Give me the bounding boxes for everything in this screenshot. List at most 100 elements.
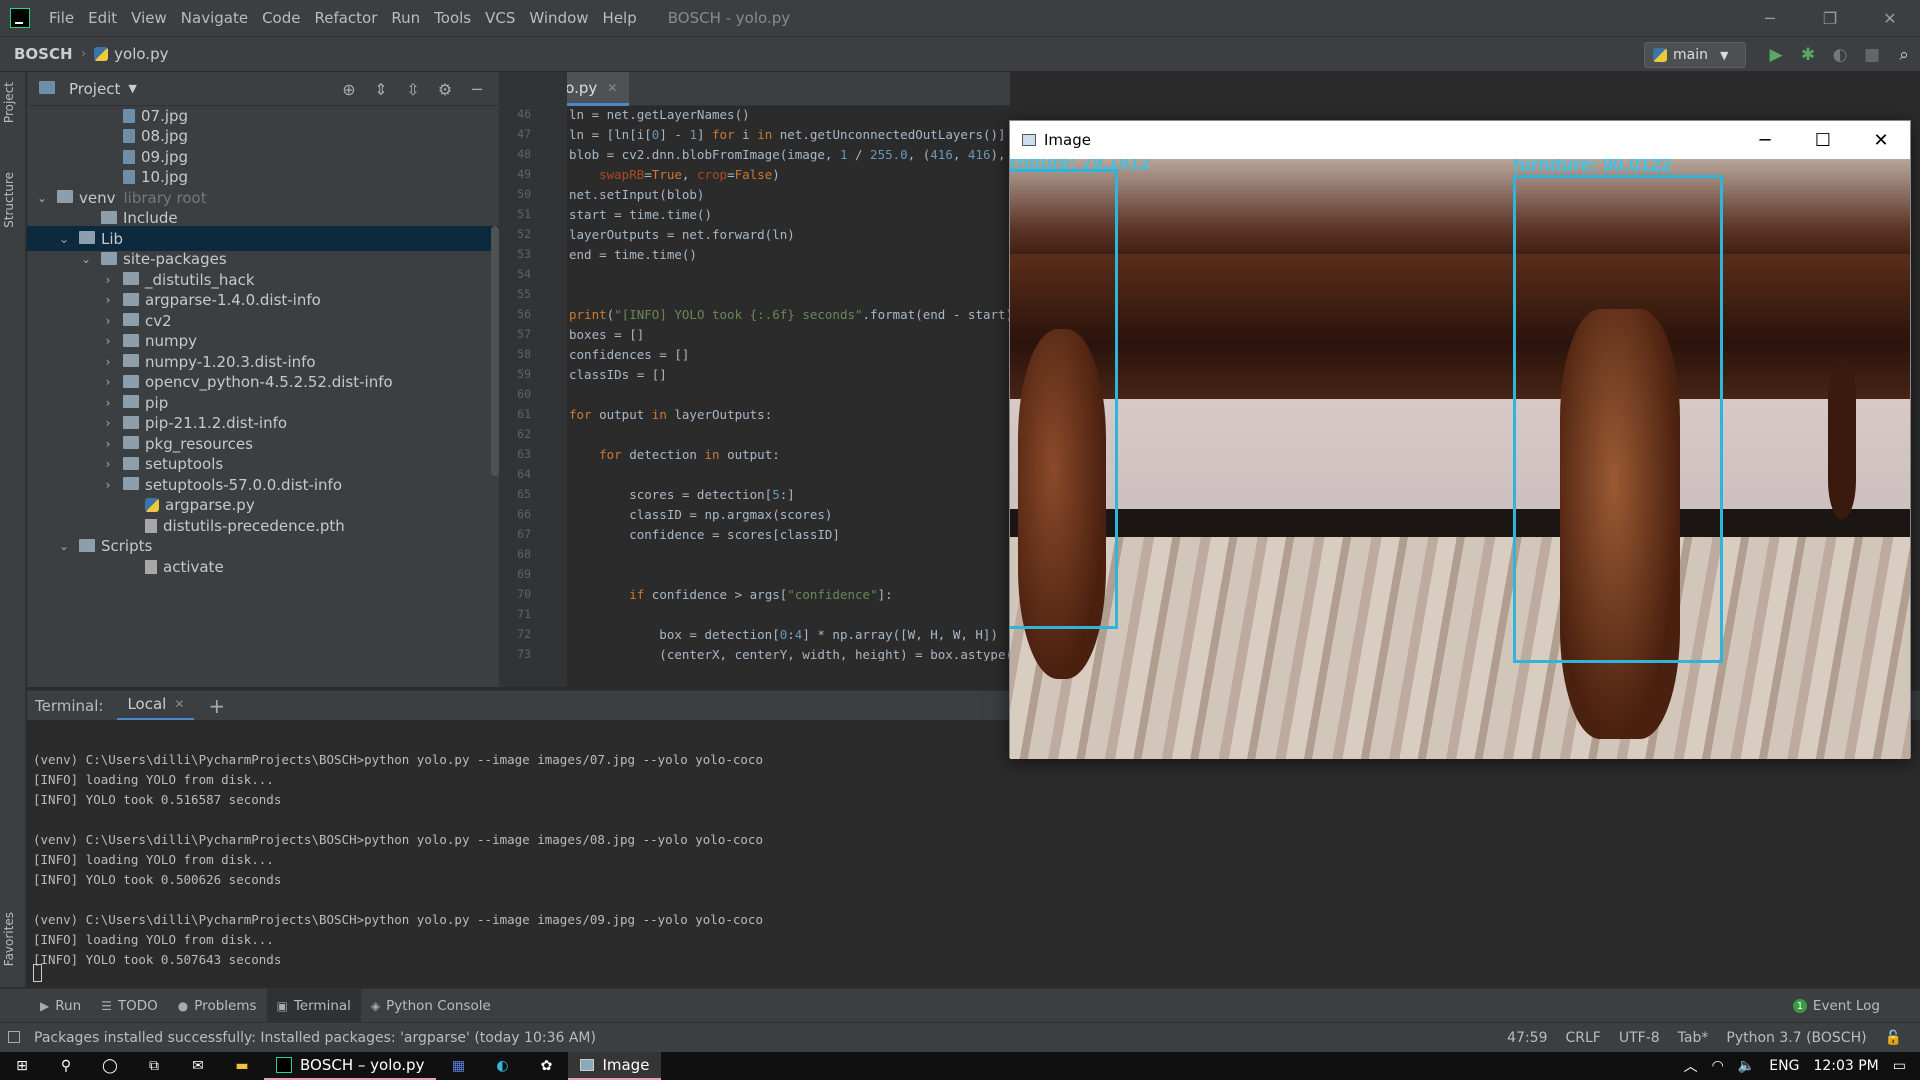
menu-code[interactable]: Code: [255, 9, 307, 27]
minimize-icon[interactable]: ─: [1740, 0, 1800, 36]
stop-icon[interactable]: ■: [1856, 45, 1888, 65]
status-widgets: 47:59 CRLF UTF-8 Tab* Python 3.7 (BOSCH)…: [1507, 1023, 1902, 1053]
expand-all-icon[interactable]: ⇕: [365, 80, 397, 99]
windows-start-icon[interactable]: ⊞: [0, 1052, 44, 1080]
tab-structure-vertical[interactable]: Structure: [2, 172, 16, 228]
bed-frame: [1010, 254, 1910, 404]
caret-position[interactable]: 47:59: [1507, 1030, 1547, 1046]
search-icon[interactable]: ⚲: [44, 1052, 88, 1080]
code-editor[interactable]: 46 ln = net.getLayerNames() 47 ln = [ln[i[0…: [499, 106, 1010, 662]
search-icon[interactable]: ⌕: [1888, 45, 1920, 65]
code-text: classID = np.argmax(scores): [569, 506, 833, 522]
python-launcher-icon[interactable]: ✿: [524, 1052, 568, 1080]
chevron-up-icon[interactable]: ︿: [1684, 1056, 1698, 1076]
tab-favorites-vertical[interactable]: Favorites: [2, 912, 16, 966]
project-view-select[interactable]: Project ▼: [39, 80, 137, 98]
tool-tab-run[interactable]: ▶ Run: [30, 989, 91, 1023]
tree-item-label: Scripts: [101, 537, 153, 555]
tool-tab-problems[interactable]: ● Problems: [168, 989, 267, 1023]
menu-view[interactable]: View: [124, 9, 174, 27]
tree-scrollbar[interactable]: [491, 226, 499, 476]
menu-file[interactable]: File: [42, 9, 81, 27]
tree-item-label: pip-21.1.2.dist-info: [145, 414, 288, 432]
tab-project-vertical[interactable]: Project: [2, 82, 16, 123]
coverage-icon[interactable]: ◐: [1824, 45, 1856, 65]
close-tab-icon[interactable]: ✕: [174, 697, 184, 711]
breadcrumb-project[interactable]: BOSCH: [0, 45, 73, 63]
line-separator[interactable]: CRLF: [1566, 1030, 1601, 1046]
code-line: 49 swapRB=True, crop=False): [499, 164, 1010, 184]
gear-icon[interactable]: ⚙: [429, 80, 461, 99]
close-icon[interactable]: ✕: [1860, 0, 1920, 36]
python-interpreter[interactable]: Python 3.7 (BOSCH): [1726, 1030, 1866, 1046]
chevron-right-icon[interactable]: ›: [101, 437, 115, 451]
language-indicator[interactable]: ENG: [1769, 1058, 1799, 1074]
terminal-output[interactable]: (venv) C:\Users\dilli\PycharmProjects\BO…: [27, 720, 1920, 988]
tool-tab-python-console[interactable]: ◈ Python Console: [361, 989, 501, 1023]
breadcrumb-separator-icon: ›: [80, 46, 87, 62]
line-number: 63: [517, 447, 531, 461]
restore-icon[interactable]: ❐: [1800, 0, 1860, 36]
chevron-right-icon[interactable]: ›: [101, 416, 115, 430]
volume-icon[interactable]: 🔈: [1738, 1058, 1755, 1074]
notification-icon[interactable]: ▭: [1893, 1058, 1906, 1074]
breadcrumb-file[interactable]: yolo.py: [94, 45, 168, 63]
detection-box-right: [1513, 175, 1723, 663]
chevron-right-icon[interactable]: ›: [101, 334, 115, 348]
lock-icon[interactable]: 🔓: [1885, 1030, 1902, 1046]
menu-window[interactable]: Window: [522, 9, 595, 27]
event-log-button[interactable]: 1 Event Log: [1792, 989, 1880, 1023]
file-explorer-icon[interactable]: ▬: [220, 1052, 264, 1080]
tool-tab-todo[interactable]: ☰ TODO: [91, 989, 168, 1023]
tree-item[interactable]: activate: [27, 554, 499, 579]
chevron-down-icon[interactable]: ⌄: [57, 232, 71, 246]
maximize-icon[interactable]: ☐: [1794, 121, 1852, 159]
minimize-icon[interactable]: ─: [1736, 121, 1794, 159]
chevron-right-icon[interactable]: ›: [101, 457, 115, 471]
chevron-down-icon[interactable]: ⌄: [35, 191, 49, 205]
tool-tab-terminal[interactable]: ▣ Terminal: [266, 988, 361, 1023]
new-terminal-icon[interactable]: +: [208, 694, 225, 718]
menu-help[interactable]: Help: [596, 9, 644, 27]
close-tab-icon[interactable]: ✕: [607, 81, 617, 95]
visual-studio-icon[interactable]: ▦: [436, 1052, 480, 1080]
chevron-right-icon[interactable]: ›: [101, 478, 115, 492]
close-icon[interactable]: ✕: [1852, 121, 1910, 159]
file-encoding[interactable]: UTF-8: [1619, 1030, 1660, 1046]
mail-icon[interactable]: ✉: [176, 1052, 220, 1080]
cortana-icon[interactable]: ◯: [88, 1052, 132, 1080]
menu-vcs[interactable]: VCS: [478, 9, 522, 27]
status-message[interactable]: Packages installed successfully: Install…: [34, 1030, 596, 1046]
wifi-icon[interactable]: ◠: [1712, 1058, 1724, 1074]
collapse-all-icon[interactable]: ⇳: [397, 80, 429, 99]
taskbar-app-pycharm[interactable]: BOSCH – yolo.py: [264, 1052, 437, 1080]
edge-icon[interactable]: ◐: [480, 1052, 524, 1080]
chevron-down-icon[interactable]: ⌄: [57, 539, 71, 553]
chevron-down-icon[interactable]: ⌄: [79, 252, 93, 266]
menu-tools[interactable]: Tools: [427, 9, 478, 27]
indent-setting[interactable]: Tab*: [1678, 1030, 1709, 1046]
hide-icon[interactable]: ─: [461, 80, 493, 99]
menu-refactor[interactable]: Refactor: [307, 9, 384, 27]
chevron-right-icon[interactable]: ›: [101, 293, 115, 307]
menu-edit[interactable]: Edit: [81, 9, 124, 27]
code-line: 54: [499, 264, 1010, 284]
chevron-right-icon[interactable]: ›: [101, 314, 115, 328]
chevron-right-icon[interactable]: ›: [101, 355, 115, 369]
code-text: (centerX, centerY, width, height) = box.…: [569, 646, 1010, 662]
locate-icon[interactable]: ⊕: [333, 80, 365, 99]
menu-run[interactable]: Run: [384, 9, 427, 27]
chevron-right-icon[interactable]: ›: [101, 273, 115, 287]
task-view-icon[interactable]: ⧉: [132, 1052, 176, 1080]
clock[interactable]: 12:03 PM: [1813, 1058, 1878, 1074]
terminal-line: [INFO] loading YOLO from disk...: [33, 852, 274, 867]
chevron-right-icon[interactable]: ›: [101, 396, 115, 410]
status-toggle-icon[interactable]: [8, 1031, 20, 1043]
debug-icon[interactable]: ✱: [1792, 45, 1824, 65]
chevron-right-icon[interactable]: ›: [101, 375, 115, 389]
terminal-tab-local[interactable]: Local ✕: [117, 691, 195, 721]
run-icon[interactable]: ▶: [1760, 45, 1792, 65]
menu-navigate[interactable]: Navigate: [174, 9, 255, 27]
run-configuration-select[interactable]: main ▼: [1644, 42, 1746, 68]
taskbar-app-image[interactable]: Image: [568, 1052, 662, 1080]
